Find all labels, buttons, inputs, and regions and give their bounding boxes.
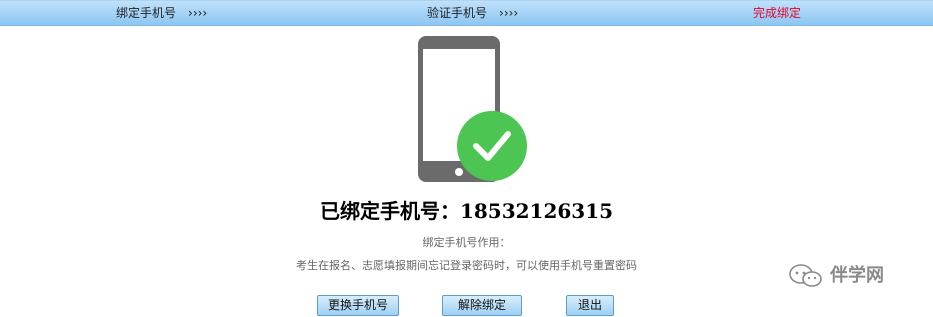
watermark-text: 伴学网 [830, 265, 884, 286]
step-bind-phone: 绑定手机号 ›››› [116, 6, 207, 20]
step-progress-bar: 绑定手机号 ›››› 验证手机号 ›››› 完成绑定 [0, 0, 933, 26]
check-circle-icon [457, 111, 527, 181]
step-label: 验证手机号 [427, 6, 488, 20]
smartphone-icon [418, 36, 527, 182]
bound-phone-number: 已绑定手机号：18532126315 [319, 199, 614, 223]
step-verify-phone: 验证手机号 ›››› [427, 6, 518, 20]
step-arrows: ›››› [499, 6, 519, 20]
purpose-title: 绑定手机号作用： [422, 236, 511, 249]
wechat-icon [789, 264, 822, 287]
exit-button[interactable]: 退出 [566, 295, 614, 316]
step-complete-binding: 完成绑定 [753, 6, 801, 20]
change-phone-button[interactable]: 更换手机号 [317, 295, 399, 316]
unbind-button[interactable]: 解除绑定 [442, 295, 522, 316]
step-label: 完成绑定 [753, 6, 802, 20]
step-arrows: ›››› [188, 6, 208, 20]
step-label: 绑定手机号 [116, 6, 177, 20]
